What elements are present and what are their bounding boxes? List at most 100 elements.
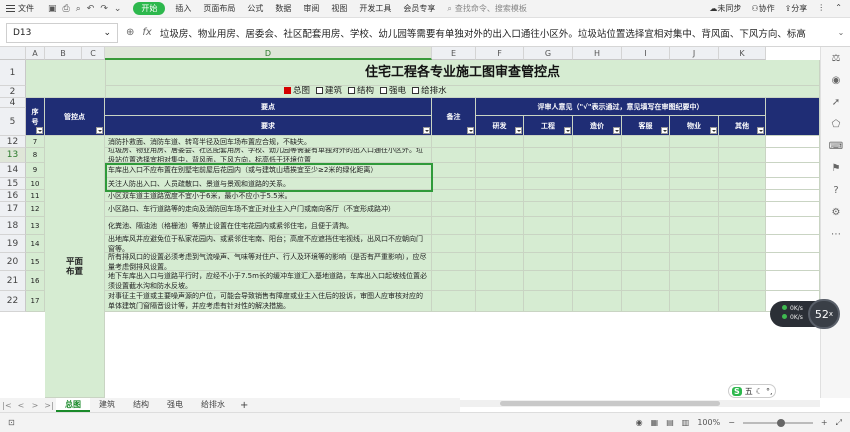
cell-review-input[interactable]: [432, 190, 476, 202]
settings-icon[interactable]: ⚙: [821, 201, 850, 223]
row-header[interactable]: 2: [0, 86, 26, 98]
cell-review-input[interactable]: [719, 202, 766, 217]
cell-review-input[interactable]: [573, 148, 622, 163]
cell-requirement[interactable]: 关注人防出入口、人员疏散口、景道与景观和道路的关系。: [105, 178, 432, 190]
cell-empty[interactable]: [766, 253, 820, 271]
cell-review-input[interactable]: [670, 136, 719, 148]
translate-icon[interactable]: ⚑: [821, 157, 850, 179]
zoom-icon[interactable]: ⊕: [126, 27, 134, 38]
add-sheet-icon[interactable]: +: [234, 400, 254, 411]
cell-review-input[interactable]: [670, 178, 719, 190]
property-icon[interactable]: ⚖: [821, 47, 850, 69]
cell-review-input[interactable]: [670, 235, 719, 253]
column-header-j[interactable]: J: [670, 47, 719, 60]
column-header-f[interactable]: F: [476, 47, 524, 60]
cell-review-input[interactable]: [432, 148, 476, 163]
filter-dropdown-icon[interactable]: [515, 127, 522, 134]
tab-formulas[interactable]: 公式: [241, 3, 269, 14]
discipline-checkbox[interactable]: 总图: [284, 86, 310, 96]
filter-dropdown-icon[interactable]: [661, 127, 668, 134]
style-icon[interactable]: ◉: [821, 69, 850, 91]
filter-dropdown-icon[interactable]: [36, 127, 43, 134]
cell-seq[interactable]: 7: [26, 136, 45, 148]
column-header-a[interactable]: A: [26, 47, 45, 60]
normal-view-icon[interactable]: ▦: [651, 418, 659, 427]
collab-button[interactable]: ⚇协作: [751, 3, 774, 14]
text-icon[interactable]: ⌨: [821, 135, 850, 157]
cell-review-input[interactable]: [432, 163, 476, 178]
discipline-checkboxes[interactable]: 总图 建筑 结构 强电 给排水: [106, 86, 820, 98]
filter-dropdown-icon[interactable]: [757, 127, 764, 134]
select-all-corner[interactable]: [0, 47, 26, 60]
cell-requirement[interactable]: 所有排风口的设置必须考虑到气流噪声、气味等对住户、行人及环境等的影响（是否有严重…: [105, 253, 432, 271]
sheet-tab-architecture[interactable]: 建筑: [90, 398, 124, 412]
cell-seq[interactable]: 13: [26, 217, 45, 235]
cell-review-input[interactable]: [670, 271, 719, 291]
cell-seq[interactable]: 9: [26, 163, 45, 178]
save-icon[interactable]: ▣: [48, 4, 57, 14]
header-seq[interactable]: 序号: [26, 98, 45, 136]
cell-review-input[interactable]: [719, 163, 766, 178]
cell-review-input[interactable]: [670, 202, 719, 217]
print-icon[interactable]: ⎙: [63, 4, 70, 14]
help-icon[interactable]: ?: [821, 179, 850, 201]
cell-seq[interactable]: 12: [26, 202, 45, 217]
sheet-title[interactable]: 住宅工程各专业施工图审查管控点: [106, 60, 820, 86]
cell-seq[interactable]: 11: [26, 190, 45, 202]
row-header[interactable]: 18: [0, 217, 26, 235]
cell-review-input[interactable]: [476, 190, 524, 202]
tab-review[interactable]: 审阅: [297, 3, 325, 14]
cell-empty[interactable]: [766, 163, 820, 178]
tab-insert[interactable]: 插入: [169, 3, 197, 14]
cell-empty[interactable]: [766, 202, 820, 217]
cell-empty[interactable]: [766, 271, 820, 291]
header-review-col[interactable]: 客服: [622, 116, 670, 136]
cell-review-input[interactable]: [432, 202, 476, 217]
zoom-slider[interactable]: [742, 418, 813, 427]
fx-icon[interactable]: fx: [142, 27, 151, 38]
column-header-g[interactable]: G: [524, 47, 573, 60]
cell-review-input[interactable]: [573, 136, 622, 148]
cell-review-input[interactable]: [432, 235, 476, 253]
filter-dropdown-icon[interactable]: [564, 127, 571, 134]
cell-review-input[interactable]: [719, 271, 766, 291]
cell-review-input[interactable]: [573, 190, 622, 202]
cell-review-input[interactable]: [524, 202, 573, 217]
row-header[interactable]: 17: [0, 202, 26, 217]
cell-review-input[interactable]: [622, 190, 670, 202]
horizontal-scrollbar[interactable]: [460, 400, 820, 407]
zoom-slider-knob[interactable]: [776, 418, 785, 427]
cell-review-input[interactable]: [524, 190, 573, 202]
cell-review-input[interactable]: [476, 136, 524, 148]
tab-member[interactable]: 会员专享: [397, 3, 441, 14]
row-header[interactable]: 13: [0, 148, 26, 163]
cell-review-input[interactable]: [432, 178, 476, 190]
cell-review-input[interactable]: [670, 148, 719, 163]
cell-review-input[interactable]: [670, 163, 719, 178]
row-header[interactable]: 16: [0, 190, 26, 202]
header-review-col[interactable]: 物业: [670, 116, 719, 136]
tab-view[interactable]: 视图: [325, 3, 353, 14]
next-sheet-icon[interactable]: >: [28, 401, 42, 410]
discipline-checkbox[interactable]: 结构: [348, 86, 374, 96]
cell-review-input[interactable]: [719, 178, 766, 190]
select-icon[interactable]: ➚: [821, 91, 850, 113]
cell-review-input[interactable]: [573, 178, 622, 190]
cell-review-input[interactable]: [573, 235, 622, 253]
cell-review-input[interactable]: [670, 291, 719, 312]
header-review[interactable]: 评审人意见（"√"表示通过，意见填写在审图纪要中）: [476, 98, 766, 116]
cell-requirement[interactable]: 车库出入口不应布置在别墅宅前屋后花园内（或与建筑山墙挨宜至少≥2米的绿化距离）: [105, 163, 432, 178]
column-header-b[interactable]: B: [45, 47, 82, 60]
collapse-ribbon-icon[interactable]: ⌃: [835, 3, 842, 14]
header-review-col[interactable]: 其他: [719, 116, 766, 136]
row-header[interactable]: 4: [0, 98, 26, 108]
cell-review-input[interactable]: [524, 253, 573, 271]
more-tools-icon[interactable]: ⋯: [821, 223, 850, 245]
cell-requirement[interactable]: 垃圾房、物业用房、居委会、社区配套用房、学校、幼儿园等需要有单独对外的出入口通往…: [105, 148, 432, 163]
command-search[interactable]: ⌕ 查找命令、搜索模板: [447, 3, 526, 14]
cell-requirement[interactable]: 小区双车道主道路宽度不宜小于6米，最小不应小于5.5米。: [105, 190, 432, 202]
tab-start[interactable]: 开始: [133, 2, 166, 15]
zoom-badge[interactable]: 52 x: [808, 299, 840, 329]
file-menu[interactable]: 文件: [0, 3, 40, 14]
cell-review-input[interactable]: [622, 235, 670, 253]
